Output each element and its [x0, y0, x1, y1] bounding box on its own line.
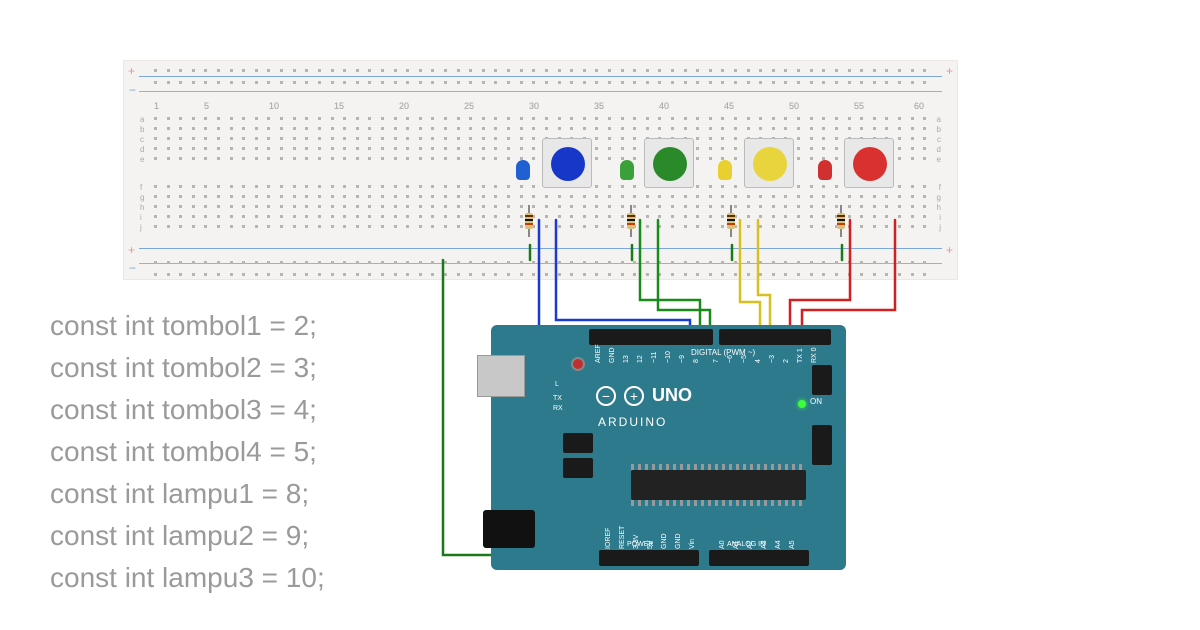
- pin-label: 12: [637, 355, 644, 363]
- row-label: f: [140, 183, 142, 192]
- on-led-icon: [798, 400, 806, 408]
- arduino-brand-label: ARDUINO: [598, 415, 667, 429]
- row-label: a: [937, 115, 941, 124]
- resistor-3: [727, 205, 735, 237]
- row-label: h: [140, 203, 144, 212]
- pin-label: RESET: [619, 526, 626, 549]
- pin-label: IOREF: [605, 528, 612, 549]
- button-yellow[interactable]: [744, 138, 794, 188]
- col-label: 60: [914, 101, 924, 239]
- code-line: const int lampu3 = 10;: [50, 557, 325, 599]
- led-green: [620, 160, 634, 180]
- pin-label: 8: [693, 359, 700, 363]
- breadboard: + − + + − + /* rows generated below */ 1…: [123, 60, 958, 280]
- row-label: c: [937, 135, 941, 144]
- col-label: 20: [399, 101, 409, 239]
- pin-label: ~5: [741, 355, 748, 363]
- led-blue: [516, 160, 530, 180]
- row-label: e: [140, 155, 144, 164]
- pin-label: GND: [661, 533, 668, 549]
- col-label: 5: [204, 101, 209, 239]
- col-label: 15: [334, 101, 344, 239]
- pin-label: ~6: [727, 355, 734, 363]
- pin-label: A0: [719, 540, 726, 549]
- pin-label: ~9: [679, 355, 686, 363]
- row-label: e: [937, 155, 941, 164]
- resistor-2: [627, 205, 635, 237]
- barrel-jack: [483, 510, 535, 548]
- row-label: b: [937, 125, 941, 134]
- icsp-header: [812, 365, 832, 395]
- code-line: const int tombol2 = 3;: [50, 347, 325, 389]
- row-label: g: [140, 193, 144, 202]
- pin-label: 7: [713, 359, 720, 363]
- pin-label: 5V: [647, 540, 654, 549]
- pin-label: 4: [755, 359, 762, 363]
- resistor-1: [525, 205, 533, 237]
- row-label: h: [937, 203, 941, 212]
- arduino-model-label: UNO: [652, 385, 692, 406]
- row-label: j: [140, 223, 142, 232]
- icsp2-header: [812, 425, 832, 465]
- row-label: i: [939, 213, 941, 222]
- button-blue[interactable]: [542, 138, 592, 188]
- analog-header: [709, 550, 809, 566]
- row-label: i: [140, 213, 142, 222]
- arduino-uno: − + UNO ARDUINO ON DIGITAL (PWM ~) POWER…: [491, 325, 846, 570]
- led-yellow: [718, 160, 732, 180]
- row-label: b: [140, 125, 144, 134]
- col-label: 25: [464, 101, 474, 239]
- pin-label: ~10: [665, 351, 672, 363]
- tx-label: TX: [553, 395, 562, 402]
- pin-label: ~3: [769, 355, 776, 363]
- row-label: c: [140, 135, 144, 144]
- digital-header-right: [719, 329, 831, 345]
- col-label: 10: [269, 101, 279, 239]
- code-line: const int lampu2 = 9;: [50, 515, 325, 557]
- row-label: d: [140, 145, 144, 154]
- code-line: const int tombol4 = 5;: [50, 431, 325, 473]
- pin-label: A2: [747, 540, 754, 549]
- usb-port: [477, 355, 525, 397]
- pin-label: 3.3V: [633, 535, 640, 549]
- button-green[interactable]: [644, 138, 694, 188]
- l-label: L: [555, 381, 559, 388]
- pin-label: AREF: [595, 344, 602, 363]
- pin-label: 2: [783, 359, 790, 363]
- reset-button[interactable]: [571, 357, 585, 371]
- led-red: [818, 160, 832, 180]
- rx-label: RX: [553, 405, 563, 412]
- pin-label: A3: [761, 540, 768, 549]
- pin-label: ~11: [651, 352, 658, 363]
- button-red[interactable]: [844, 138, 894, 188]
- row-label: a: [140, 115, 144, 124]
- code-line: const int tombol3 = 4;: [50, 389, 325, 431]
- pin-label: TX 1: [797, 348, 804, 363]
- row-label: j: [939, 223, 941, 232]
- digital-header-left: [589, 329, 713, 345]
- atmega-chip: [631, 470, 806, 500]
- pin-label: 13: [623, 355, 630, 363]
- pin-label: RX 0: [811, 347, 818, 363]
- on-label: ON: [810, 397, 822, 406]
- pin-label: A4: [775, 540, 782, 549]
- col-label: 35: [594, 101, 604, 239]
- resistor-4: [837, 205, 845, 237]
- code-line: const int lampu1 = 8;: [50, 473, 325, 515]
- pin-label: A1: [733, 540, 740, 549]
- pin-label: GND: [675, 533, 682, 549]
- pin-label: A5: [789, 540, 796, 549]
- power-header: [599, 550, 699, 566]
- pin-label: GND: [609, 347, 616, 363]
- code-line: const int tombol1 = 2;: [50, 305, 325, 347]
- col-label: 1: [154, 101, 159, 239]
- pin-label: Vin: [689, 539, 696, 549]
- row-label: f: [939, 183, 941, 192]
- row-label: d: [937, 145, 941, 154]
- code-snippet: const int tombol1 = 2;const int tombol2 …: [50, 305, 325, 599]
- row-label: g: [937, 193, 941, 202]
